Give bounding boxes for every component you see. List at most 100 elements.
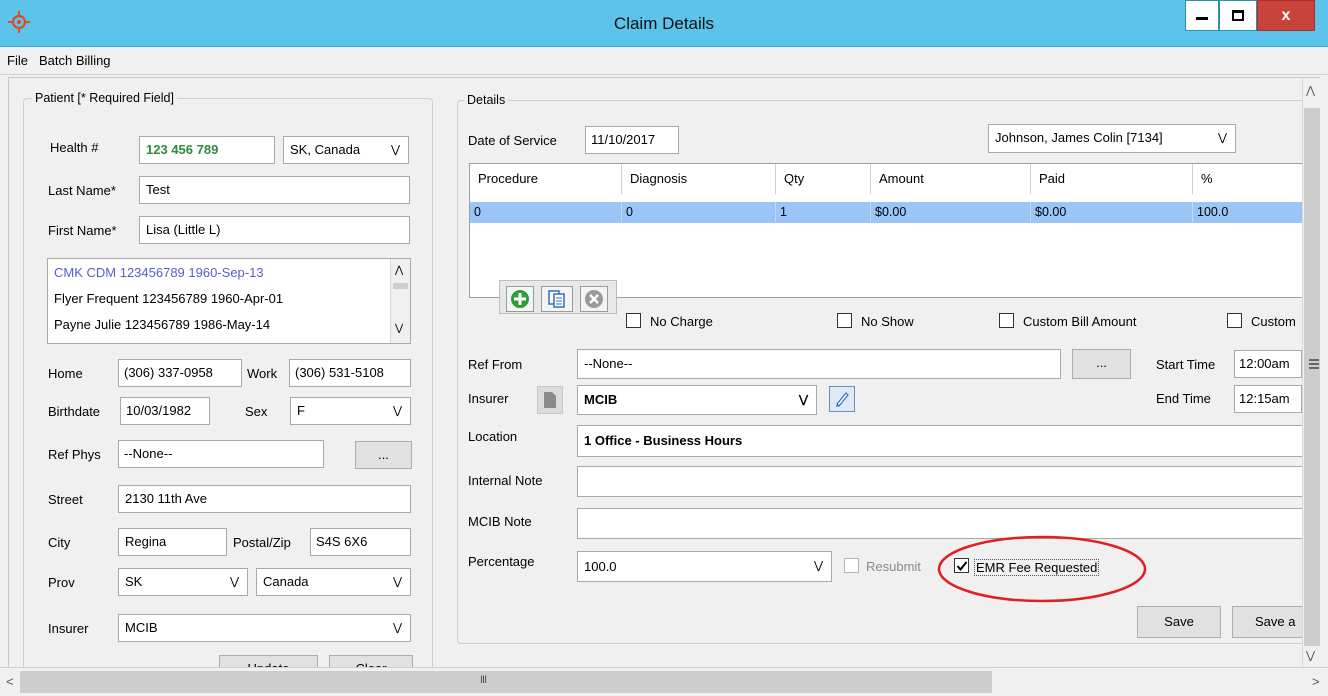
patient-insurer-select[interactable]: MCIB ⋁ xyxy=(118,614,411,642)
chevron-down-icon: ⋁ xyxy=(390,144,400,156)
mcib-note-label: MCIB Note xyxy=(468,514,532,529)
list-item[interactable]: CMK CDM 123456789 1960-Sep-13 xyxy=(54,261,264,285)
street-input[interactable]: 2130 11th Ave xyxy=(118,485,411,513)
work-phone-input[interactable]: (306) 531-5108 xyxy=(289,359,411,387)
chevron-down-icon: ⋁ xyxy=(395,323,404,334)
ref-from-input[interactable]: --None-- xyxy=(577,349,1061,379)
menu-file[interactable]: File xyxy=(7,47,28,75)
street-label: Street xyxy=(48,492,83,507)
horizontal-scrollbar[interactable]: < III > xyxy=(0,667,1328,696)
internal-note-label: Internal Note xyxy=(468,473,543,488)
document-icon xyxy=(544,392,556,408)
no-charge-checkbox[interactable] xyxy=(626,313,641,328)
add-row-button[interactable] xyxy=(506,286,534,312)
chevron-down-icon: ⋁ xyxy=(798,394,808,406)
custom-checkbox[interactable] xyxy=(1227,313,1242,328)
sex-select[interactable]: F ⋁ xyxy=(290,397,411,425)
ref-from-label: Ref From xyxy=(468,357,523,372)
no-show-checkbox[interactable] xyxy=(837,313,852,328)
health-label: Health # xyxy=(50,140,99,155)
start-time-input[interactable]: 12:00am xyxy=(1234,350,1302,378)
insurer-select[interactable]: MCIB ⋁ xyxy=(577,385,817,415)
internal-note-input[interactable] xyxy=(577,466,1303,497)
cell-diagnosis: 0 xyxy=(622,202,776,222)
sex-value: F xyxy=(297,403,305,418)
location-input[interactable]: 1 Office - Business Hours xyxy=(577,425,1303,457)
chevron-down-icon: ⋁ xyxy=(1306,650,1316,662)
patient-insurer-value: MCIB xyxy=(125,620,158,635)
cell-procedure: 0 xyxy=(470,202,622,222)
country-select[interactable]: Canada ⋁ xyxy=(256,568,411,596)
insurer-document-button[interactable] xyxy=(537,386,563,414)
save-button[interactable]: Save xyxy=(1137,606,1221,638)
last-name-label: Last Name* xyxy=(48,183,116,198)
column-header-qty[interactable]: Qty xyxy=(776,164,871,194)
last-name-input[interactable]: Test xyxy=(139,176,410,204)
column-header-percent[interactable]: % xyxy=(1193,164,1304,194)
first-name-label: First Name* xyxy=(48,223,117,238)
provider-value: Johnson, James Colin [7134] xyxy=(995,130,1163,145)
copy-row-button[interactable] xyxy=(541,286,573,312)
table-row[interactable]: 0 0 1 $0.00 $0.00 100.0 xyxy=(470,202,1302,223)
scroll-thumb[interactable] xyxy=(393,283,408,289)
column-header-paid[interactable]: Paid xyxy=(1031,164,1193,194)
minimize-button[interactable] xyxy=(1185,0,1219,31)
cell-amount: $0.00 xyxy=(871,202,1031,222)
minimize-icon xyxy=(1196,17,1208,20)
delete-row-button[interactable] xyxy=(580,286,608,312)
pencil-icon xyxy=(836,392,849,407)
postal-label: Postal/Zip xyxy=(233,535,291,550)
vertical-scrollbar[interactable]: ⋀ ⋁ xyxy=(1302,78,1320,667)
percentage-label: Percentage xyxy=(468,554,535,569)
window-title: Claim Details xyxy=(613,14,715,33)
chevron-down-icon: ⋁ xyxy=(1217,132,1227,144)
percentage-value: 100.0 xyxy=(584,559,617,574)
chevron-up-icon: ⋀ xyxy=(395,265,404,276)
home-phone-input[interactable]: (306) 337-0958 xyxy=(118,359,242,387)
custom-bill-amount-checkbox[interactable] xyxy=(999,313,1014,328)
cell-paid: $0.00 xyxy=(1031,202,1193,222)
ref-phys-browse-button[interactable]: ... xyxy=(355,441,412,469)
insurer-value: MCIB xyxy=(584,392,618,407)
prov-label: Prov xyxy=(48,575,75,590)
birthdate-input[interactable]: 10/03/1982 xyxy=(120,397,210,425)
resubmit-checkbox[interactable] xyxy=(844,558,859,573)
percentage-select[interactable]: 100.0 ⋁ xyxy=(577,551,832,582)
chevron-down-icon: ⋁ xyxy=(813,560,823,572)
horizontal-scroll-thumb[interactable]: III xyxy=(20,671,992,693)
insurer-edit-button[interactable] xyxy=(829,386,855,412)
city-label: City xyxy=(48,535,71,550)
save-and-button[interactable]: Save a xyxy=(1232,606,1306,638)
list-scrollbar[interactable]: ⋀ ⋁ xyxy=(390,259,410,343)
ref-from-browse-button[interactable]: ... xyxy=(1072,349,1131,379)
first-name-input[interactable]: Lisa (Little L) xyxy=(139,216,410,244)
column-header-diagnosis[interactable]: Diagnosis xyxy=(622,164,776,194)
postal-input[interactable]: S4S 6X6 xyxy=(310,528,411,556)
column-header-procedure[interactable]: Procedure xyxy=(470,164,622,194)
menu-batch-billing[interactable]: Batch Billing xyxy=(39,47,111,75)
close-button[interactable]: x xyxy=(1257,0,1315,31)
prov-select[interactable]: SK ⋁ xyxy=(118,568,248,596)
list-item[interactable]: Flyer Frequent 123456789 1960-Apr-01 xyxy=(54,287,283,311)
vertical-scroll-thumb[interactable] xyxy=(1304,108,1320,646)
patient-matches-list[interactable]: CMK CDM 123456789 1960-Sep-13 Flyer Freq… xyxy=(47,258,411,344)
provider-select[interactable]: Johnson, James Colin [7134] ⋁ xyxy=(988,124,1236,153)
health-region-select[interactable]: SK, Canada ⋁ xyxy=(283,136,409,164)
country-value: Canada xyxy=(263,574,309,589)
start-time-label: Start Time xyxy=(1156,357,1216,372)
end-time-input[interactable]: 12:15am xyxy=(1234,385,1302,413)
maximize-button[interactable] xyxy=(1219,0,1257,31)
annotation-circle xyxy=(937,535,1147,603)
home-phone-label: Home xyxy=(48,366,83,381)
city-input[interactable]: Regina xyxy=(118,528,227,556)
prov-value: SK xyxy=(125,574,143,589)
health-number-input[interactable]: 123 456 789 xyxy=(139,136,275,164)
splitter-grip-icon[interactable] xyxy=(1309,359,1319,369)
date-of-service-input[interactable]: 11/10/2017 xyxy=(585,126,679,154)
location-label: Location xyxy=(468,429,518,444)
list-item[interactable]: Payne Julie 123456789 1986-May-14 xyxy=(54,313,270,337)
menu-bar xyxy=(0,47,1328,75)
resubmit-label: Resubmit xyxy=(866,559,921,574)
column-header-amount[interactable]: Amount xyxy=(871,164,1031,194)
ref-phys-input[interactable]: --None-- xyxy=(118,440,324,468)
